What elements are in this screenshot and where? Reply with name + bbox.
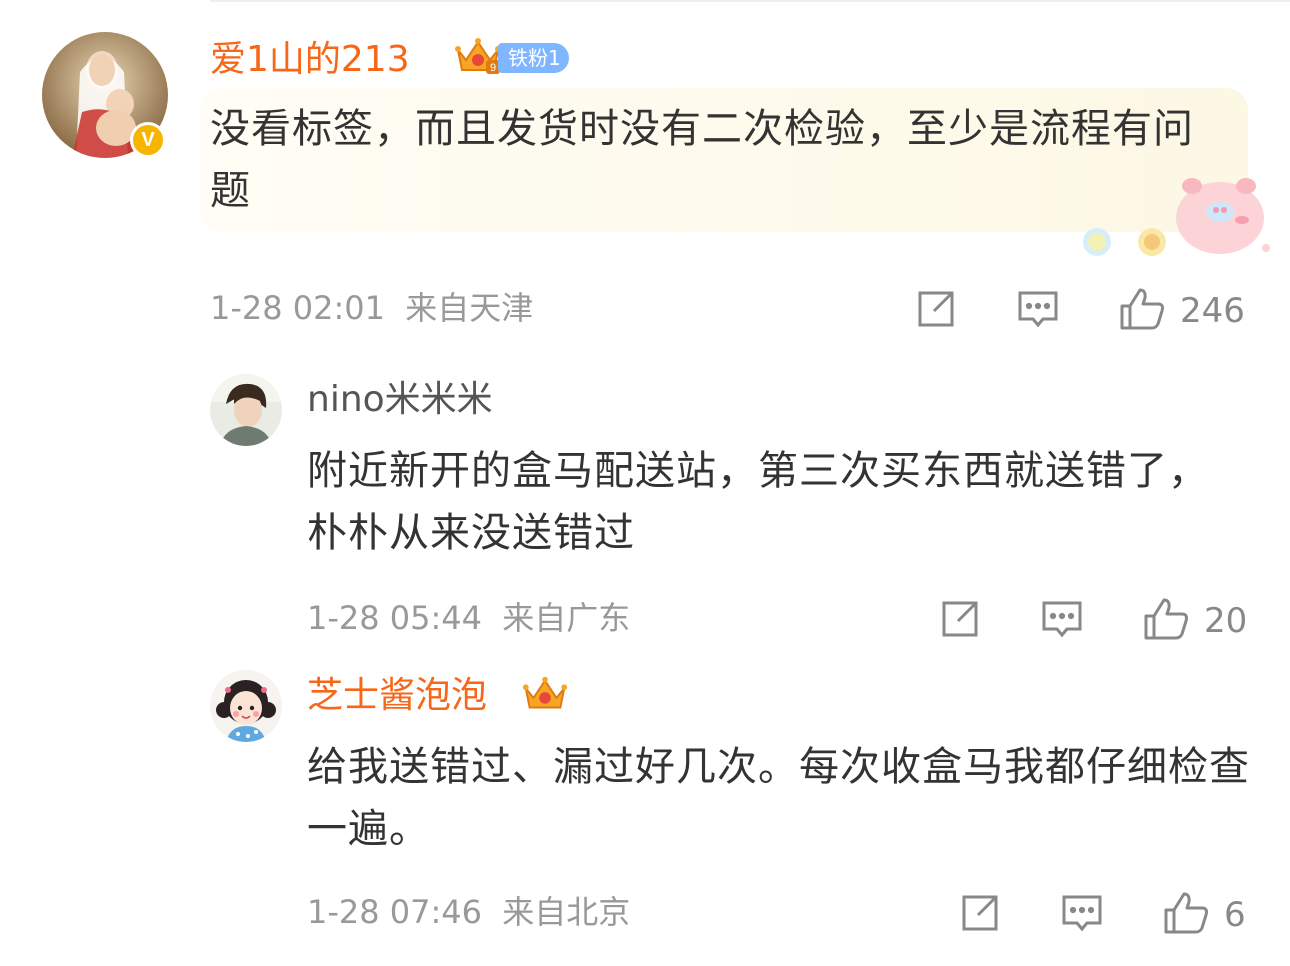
crown-icon: 9: [452, 36, 504, 80]
like-icon[interactable]: [1162, 890, 1210, 940]
comment-location: 来自天津: [405, 289, 534, 327]
comment-meta: 1-28 05:44 来自广东: [307, 598, 630, 638]
comment-location: 来自北京: [502, 893, 631, 931]
comment-username[interactable]: 芝士酱泡泡: [307, 674, 487, 718]
share-icon[interactable]: [938, 597, 982, 645]
comment-actions: 6: [958, 890, 1246, 940]
comment-icon[interactable]: [1060, 891, 1104, 939]
fan-level-badge: 铁粉1: [498, 43, 569, 73]
comment-meta: 1-28 02:01 来自天津: [210, 288, 533, 328]
crown-icon: [520, 674, 570, 720]
avatar[interactable]: [210, 374, 282, 446]
comment-text[interactable]: 没看标签，而且发货时没有二次检验，至少是流程有问题: [210, 98, 1210, 222]
svg-text:9: 9: [490, 62, 496, 74]
avatar[interactable]: [210, 670, 282, 742]
comment-text[interactable]: 附近新开的盒马配送站，第三次买东西就送错了，朴朴从来没送错过: [307, 440, 1237, 564]
like-count: 20: [1204, 601, 1248, 641]
comment-time: 1-28 05:44: [307, 599, 483, 637]
pig-sticker-icon: [1172, 174, 1272, 262]
like-icon[interactable]: [1142, 596, 1190, 646]
comment-text[interactable]: 给我送错过、漏过好几次。每次收盒马我都仔细检查一遍。: [307, 736, 1257, 860]
verified-badge-icon: V: [130, 122, 166, 158]
comment-meta: 1-28 07:46 来自北京: [307, 892, 630, 932]
comment-time: 1-28 07:46: [307, 893, 483, 931]
comment-actions: 246: [914, 286, 1245, 336]
comment-username[interactable]: nino米米米: [307, 378, 493, 422]
fan-badge[interactable]: 9 铁粉1: [452, 38, 569, 76]
like-count: 246: [1180, 291, 1245, 331]
divider: [210, 0, 1290, 2]
share-icon[interactable]: [914, 287, 958, 335]
comment-location: 来自广东: [502, 599, 631, 637]
comment-actions: 20: [938, 596, 1247, 646]
share-icon[interactable]: [958, 891, 1002, 939]
like-count: 6: [1224, 895, 1246, 935]
comment-time: 1-28 02:01: [210, 289, 386, 327]
comment-username[interactable]: 爱1山的213: [210, 38, 410, 82]
comment-icon[interactable]: [1016, 287, 1060, 335]
comment-icon[interactable]: [1040, 597, 1084, 645]
like-icon[interactable]: [1118, 286, 1166, 336]
